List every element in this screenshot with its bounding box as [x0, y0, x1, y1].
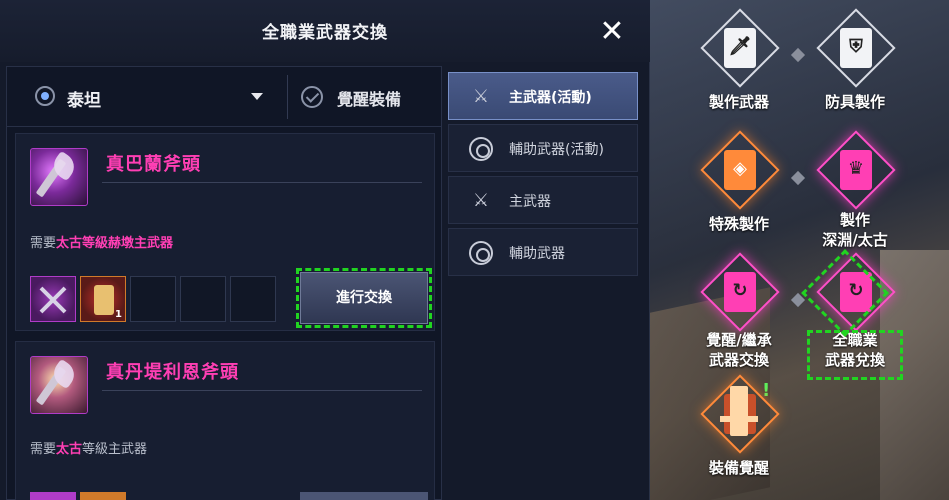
sword-icon: 🗡: [728, 36, 752, 57]
gear-awaken-label: 裝備覺醒: [708, 459, 769, 477]
ring-icon: [469, 137, 493, 161]
material-slot-weapon-icon[interactable]: [30, 276, 76, 322]
material-slot[interactable]: [80, 492, 126, 500]
material-slot-scroll-icon[interactable]: 1: [80, 276, 126, 322]
axe-item-icon[interactable]: [30, 356, 88, 414]
crossed-swords-icon: ⚔: [472, 190, 490, 211]
special-craft-icon: ◈: [733, 158, 747, 179]
item-list-panel: 泰坦 覺醒裝備 真巴蘭斧頭 需要太古等級赫墩主武器 1 進行交換 真丹堤利恩斧頭…: [6, 66, 442, 500]
awaken-label: 覺醒裝備: [337, 90, 402, 109]
dialog-header: 全職業武器交換 ✕: [0, 0, 650, 62]
exchange-item-card: 真丹堤利恩斧頭 需要太古等級主武器: [15, 341, 435, 500]
crossed-swords-icon: ⚔: [472, 86, 490, 107]
highlight-annotation: [807, 330, 903, 380]
divider: [102, 182, 422, 183]
awaken-equipment-toggle[interactable]: 覺醒裝備: [297, 77, 437, 117]
armor-icon: ⛨: [849, 36, 863, 57]
exchange-cycle-icon: ↻: [732, 280, 748, 301]
empty-material-slot: [130, 276, 176, 322]
divider: [102, 390, 422, 391]
crown-icon: ♛: [847, 158, 865, 179]
check-circle-icon: [301, 86, 323, 108]
requirement-text: 需要太古等級赫墩主武器: [30, 236, 174, 251]
abyss-craft-label: 製作 深淵/太古: [822, 211, 888, 249]
dialog-title: 全職業武器交換: [262, 23, 388, 43]
weapon-craft-button[interactable]: 🗡 製作武器: [684, 8, 794, 124]
empty-material-slot: [230, 276, 276, 322]
filter-row: 泰坦 覺醒裝備: [7, 67, 441, 127]
radio-icon: [35, 86, 55, 106]
ring-icon: [469, 241, 493, 265]
weapon-type-tabs: ⚔ 主武器(活動) 輔助武器(活動) ⚔ 主武器 輔助武器: [446, 66, 642, 500]
sword-emblem-icon: [730, 386, 748, 436]
axe-item-icon[interactable]: [30, 148, 88, 206]
awaken-inherit-label: 覺醒/繼承 武器交換: [706, 331, 772, 369]
chevron-down-icon: [251, 93, 263, 100]
class-dropdown[interactable]: 泰坦: [21, 77, 283, 117]
armor-craft-label: 防具製作: [824, 93, 885, 111]
abyss-craft-button[interactable]: ♛ 製作 深淵/太古: [800, 130, 910, 249]
exchange-button[interactable]: 進行交換: [296, 268, 432, 328]
item-name: 真丹堤利恩斧頭: [106, 362, 239, 383]
item-name: 真巴蘭斧頭: [106, 154, 201, 175]
tab-sub-weapon-event[interactable]: 輔助武器(活動): [448, 124, 638, 172]
tab-sub-weapon[interactable]: 輔助武器: [448, 228, 638, 276]
special-craft-button[interactable]: ◈ 特殊製作: [684, 130, 794, 246]
gear-awaken-button[interactable]: 裝備覺醒: [684, 374, 794, 490]
material-slot[interactable]: [30, 492, 76, 500]
tab-main-weapon-event[interactable]: ⚔ 主武器(活動): [448, 72, 638, 120]
close-button[interactable]: ✕: [596, 16, 628, 48]
awaken-inherit-exchange-button[interactable]: ↻ 覺醒/繼承 武器交換: [684, 252, 794, 369]
tab-main-weapon[interactable]: ⚔ 主武器: [448, 176, 638, 224]
exchange-item-card: 真巴蘭斧頭 需要太古等級赫墩主武器 1 進行交換: [15, 133, 435, 331]
armor-craft-button[interactable]: ⛨ 防具製作: [800, 8, 910, 124]
class-label: 泰坦: [67, 91, 101, 111]
weapon-craft-label: 製作武器: [708, 93, 769, 111]
special-craft-label: 特殊製作: [708, 215, 769, 233]
material-count: 1: [115, 309, 122, 320]
divider: [287, 75, 288, 119]
requirement-text: 需要太古等級主武器: [30, 442, 148, 457]
weapon-exchange-dialog: 全職業武器交換 ✕ 泰坦 覺醒裝備 真巴蘭斧頭 需要太古等級赫墩主武器 1 進行…: [0, 0, 650, 500]
empty-material-slot: [180, 276, 226, 322]
exchange-button[interactable]: [300, 492, 428, 500]
